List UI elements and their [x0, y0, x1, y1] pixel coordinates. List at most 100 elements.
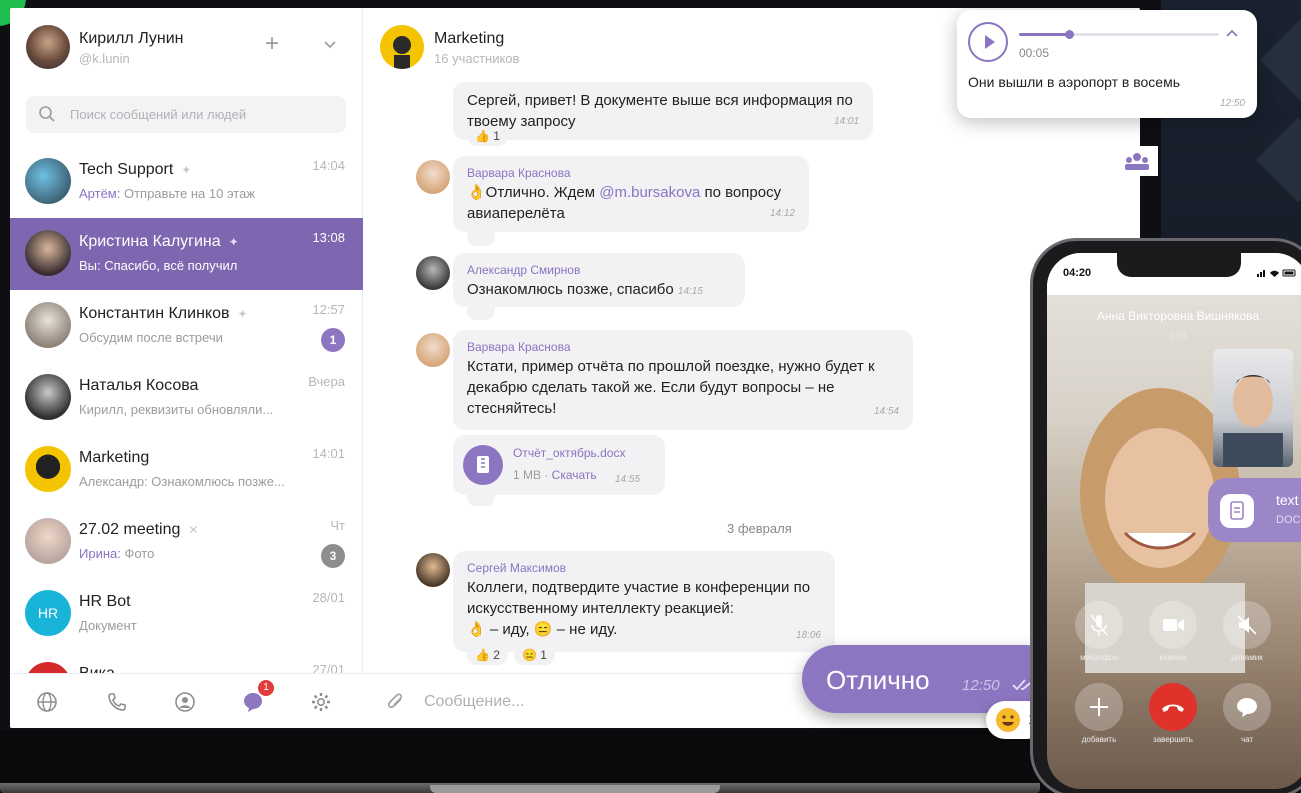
phone-icon[interactable]	[106, 691, 128, 713]
voice-duration: 00:05	[1019, 46, 1050, 60]
message-time: 18:06	[795, 630, 821, 641]
chat-item-konstantin-klinkov[interactable]: Константин Клинков ✦ Обсудим после встреч…	[10, 290, 363, 362]
chat-list: Tech Support ✦ Артём: Отправьте на 10 эта…	[10, 146, 363, 673]
phone-notch	[1117, 253, 1241, 277]
chat-item-marketing[interactable]: Marketing Александр: Ознакомлюсь позже..…	[10, 434, 363, 506]
message-author: Варвара Краснова	[467, 166, 571, 180]
speaker-button[interactable]	[1223, 601, 1271, 649]
chevron-up-icon[interactable]	[1225, 28, 1239, 38]
add-participant-button[interactable]	[1075, 683, 1123, 731]
voice-transcript: Они вышли в аэропорт в восемь	[968, 74, 1181, 90]
call-button-label: камера	[1159, 653, 1187, 662]
play-button[interactable]	[968, 22, 1008, 62]
chat-preview: Артём: Отправьте на 10 этаж	[79, 186, 256, 201]
sidebar: Кирилл Лунин @k.lunin + Tech Support✦ Ар…	[10, 8, 363, 728]
chat-item-hr-bot[interactable]: HR HR Bot Документ 28/01	[10, 578, 363, 650]
message-author: Варвара Краснова	[467, 340, 571, 354]
search-box[interactable]	[26, 96, 346, 133]
chat-preview: Обсудим после встречи	[79, 330, 223, 345]
voice-progress-handle[interactable]	[1065, 30, 1074, 39]
chat-item-meeting[interactable]: 27.02 meeting ✕ Ирина: Фото Чт 3	[10, 506, 363, 578]
add-reaction-button[interactable]	[467, 302, 495, 320]
message-time: 14:54	[873, 406, 899, 417]
call-button-label: динамик	[1231, 653, 1263, 662]
avatar	[416, 333, 450, 367]
chat-item-vika[interactable]: Вика 27/01	[10, 650, 363, 673]
plus-icon[interactable]: +	[265, 32, 279, 56]
chat-preview: Документ	[79, 618, 137, 633]
reaction-thumbs-up[interactable]: 👍 2	[467, 645, 508, 665]
profile-handle: @k.lunin	[79, 51, 130, 66]
end-call-button[interactable]	[1149, 683, 1197, 731]
download-link[interactable]: Скачать	[552, 468, 597, 482]
voice-progress-track[interactable]	[1019, 30, 1219, 39]
file-message[interactable]: Отчёт_октябрь.docx 1 MB · Скачать 14:55	[453, 435, 665, 495]
chat-preview: Вы: Спасибо, всё получил	[79, 258, 238, 273]
bottom-nav: 1	[10, 673, 363, 728]
message-bubble[interactable]: Варвара Краснова 👌Отлично. Ждем @m.bursa…	[453, 156, 809, 232]
add-reaction-button[interactable]	[467, 488, 495, 506]
message-input[interactable]	[424, 684, 844, 720]
message-bubble[interactable]: Сергей Максимов Коллеги, подтвердите уча…	[453, 551, 835, 652]
reaction-thumbs-up[interactable]: 👍 1	[467, 126, 508, 146]
status-bar: 04:20	[1047, 253, 1301, 295]
message-time: 12:50	[962, 677, 1000, 694]
chat-time: Чт	[330, 518, 345, 533]
file-attachment-chip[interactable]: text DOC	[1208, 478, 1301, 542]
chat-item-tech-support[interactable]: Tech Support ✦ Артём: Отправьте на 10 эта…	[10, 146, 363, 218]
avatar	[25, 662, 71, 673]
file-name[interactable]: Отчёт_октябрь.docx	[513, 443, 625, 464]
chat-name: Константин Клинков ✦	[79, 305, 248, 322]
message-time: 14:15	[677, 286, 703, 297]
message-bubble[interactable]: Варвара Краснова Кстати, пример отчёта п…	[453, 330, 913, 430]
chat-button[interactable]	[1223, 683, 1271, 731]
avatar	[25, 446, 71, 492]
chat-name: Marketing	[79, 449, 150, 466]
chevron-down-icon[interactable]	[322, 36, 338, 52]
message-author: Сергей Максимов	[467, 561, 567, 575]
avatar	[416, 256, 450, 290]
paperclip-icon[interactable]	[386, 691, 406, 713]
laptop-notch	[430, 785, 720, 793]
caller-name: Анна Викторовна Вишнякова	[1096, 309, 1260, 323]
avatar[interactable]	[26, 25, 70, 69]
self-video-preview[interactable]	[1213, 349, 1293, 467]
chat-name: Вика	[79, 665, 115, 673]
chat-item-kristina-kalugina[interactable]: Кристина Калугина ✦ Вы: Спасибо, всё полу…	[10, 218, 363, 290]
profile-icon[interactable]	[174, 691, 196, 713]
message-bubble[interactable]: Сергей, привет! В документе выше вся инф…	[453, 82, 873, 140]
chat-time: 13:08	[312, 230, 345, 245]
mention-link[interactable]: @m.bursakova	[599, 184, 700, 201]
unread-badge: 3	[321, 544, 345, 568]
reactions: 👍 1	[467, 126, 508, 146]
message-bubble[interactable]: Александр Смирнов Ознакомлюсь позже, спа…	[453, 253, 745, 307]
camera-button[interactable]	[1149, 601, 1197, 649]
message-time: 14:55	[615, 474, 641, 485]
add-reaction-button[interactable]	[467, 228, 495, 246]
search-input[interactable]	[70, 96, 330, 133]
avatar	[25, 230, 71, 276]
message-text: Кстати, пример отчёта по прошлой поездке…	[467, 358, 875, 417]
chat-item-natalya-kosova[interactable]: Наталья Косова Кирилл, реквизиты обновля…	[10, 362, 363, 434]
message-text: Сергей, привет! В документе выше вся инф…	[467, 92, 853, 130]
message-text: 👌Отлично. Ждем @m.bursakova по вопросу а…	[467, 184, 782, 222]
avatar	[25, 518, 71, 564]
call-button-label: завершить	[1153, 735, 1193, 744]
chat-time: 14:01	[312, 446, 345, 461]
message-author: Александр Смирнов	[467, 263, 581, 277]
profile-header: Кирилл Лунин @k.lunin +	[10, 8, 363, 83]
chat-name: Наталья Косова	[79, 377, 199, 394]
chat-time: Вчера	[308, 374, 345, 389]
profile-name: Кирилл Лунин	[79, 30, 184, 47]
chat-time: 28/01	[312, 590, 345, 605]
smile-icon	[996, 708, 1020, 732]
globe-icon[interactable]	[36, 691, 58, 713]
gear-icon[interactable]	[310, 691, 332, 713]
conference-icon[interactable]	[1116, 146, 1158, 176]
reaction-face[interactable]: 😑 1	[513, 645, 555, 665]
message-text: Ознакомлюсь позже, спасибо	[467, 281, 674, 298]
microphone-button[interactable]	[1075, 601, 1123, 649]
date-separator: 3 февраля	[727, 521, 792, 536]
voice-message-card: 00:05 Они вышли в аэропорт в восемь 12:5…	[957, 10, 1257, 118]
chat-name: HR Bot	[79, 593, 131, 610]
